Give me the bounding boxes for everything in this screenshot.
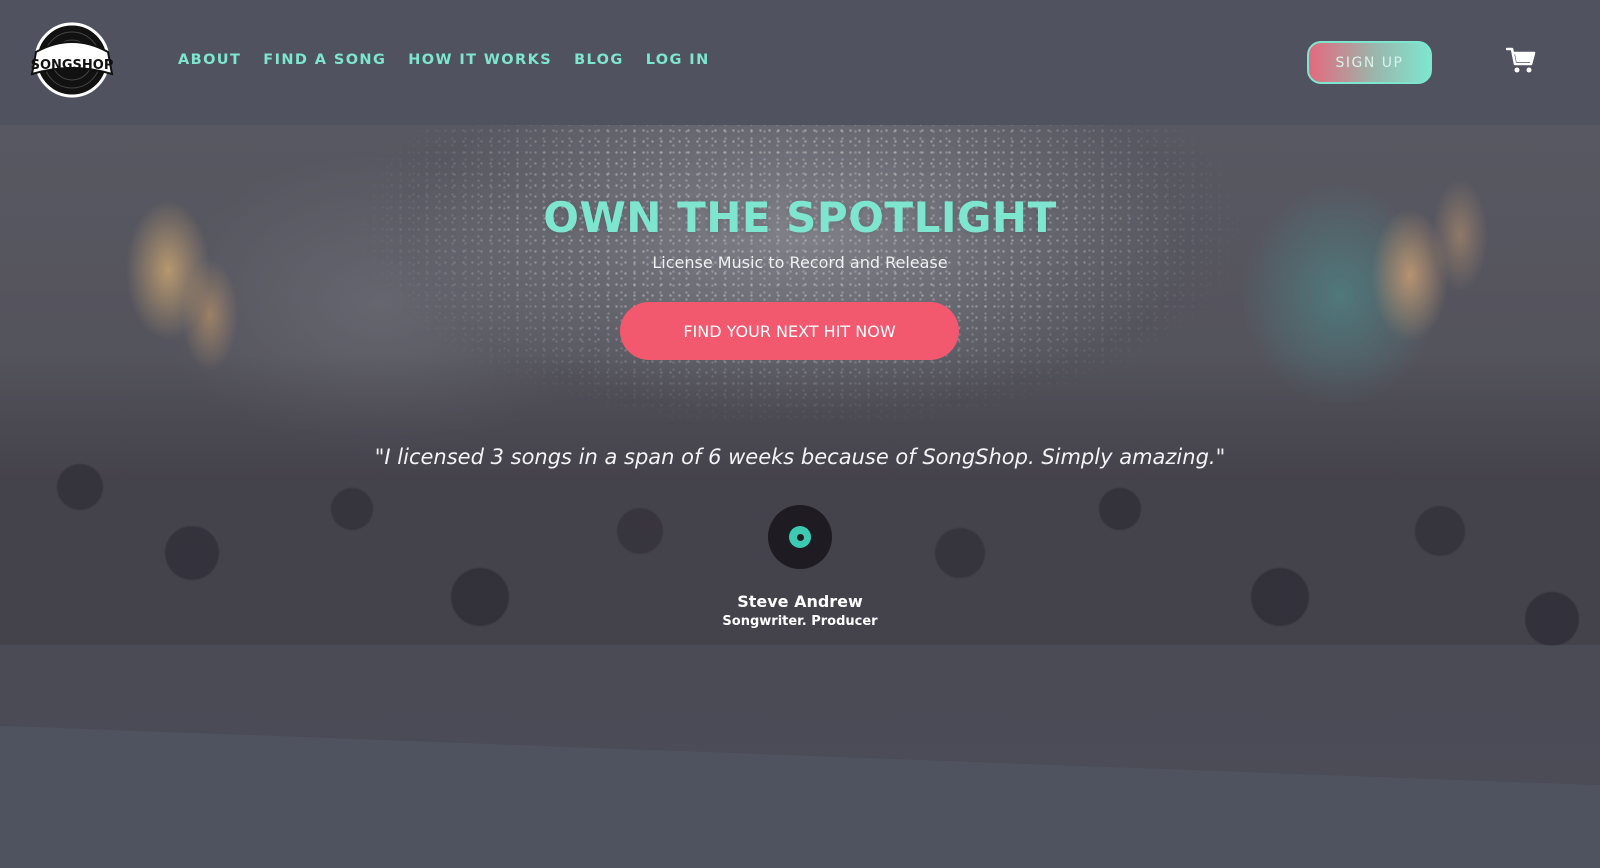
sign-up-button[interactable]: SIGN UP [1307,41,1432,84]
nav-log-in-link[interactable]: LOG IN [646,52,710,68]
cart-button[interactable] [1505,46,1536,74]
shopping-cart-icon [1505,47,1536,73]
page: SONGSHOP ABOUT FIND A SONG HOW IT WORKS … [0,0,1600,868]
vinyl-avatar-icon [768,505,832,569]
main-nav: ABOUT FIND A SONG HOW IT WORKS BLOG LOG … [178,52,710,68]
nav-how-it-works-link[interactable]: HOW IT WORKS [408,52,552,68]
hero-bottom-band [0,645,1600,785]
nav-find-a-song-link[interactable]: FIND A SONG [263,52,386,68]
testimonial-author-role: Songwriter. Producer [722,614,878,629]
vinyl-record-icon: SONGSHOP [31,22,114,98]
songshop-logo[interactable]: SONGSHOP [28,22,116,102]
nav-blog-link[interactable]: BLOG [574,52,624,68]
site-header: SONGSHOP ABOUT FIND A SONG HOW IT WORKS … [0,0,1600,125]
svg-text:SONGSHOP: SONGSHOP [31,58,114,73]
testimonial-quote: "I licensed 3 songs in a span of 6 weeks… [374,445,1226,469]
hero-title: OWN THE SPOTLIGHT [543,193,1057,242]
testimonial-author-name: Steve Andrew [737,592,863,611]
nav-about-link[interactable]: ABOUT [178,52,241,68]
hero-subtitle: License Music to Record and Release [652,253,948,272]
find-next-hit-button[interactable]: FIND YOUR NEXT HIT NOW [620,302,959,360]
hero-section: OWN THE SPOTLIGHT License Music to Recor… [0,125,1600,785]
